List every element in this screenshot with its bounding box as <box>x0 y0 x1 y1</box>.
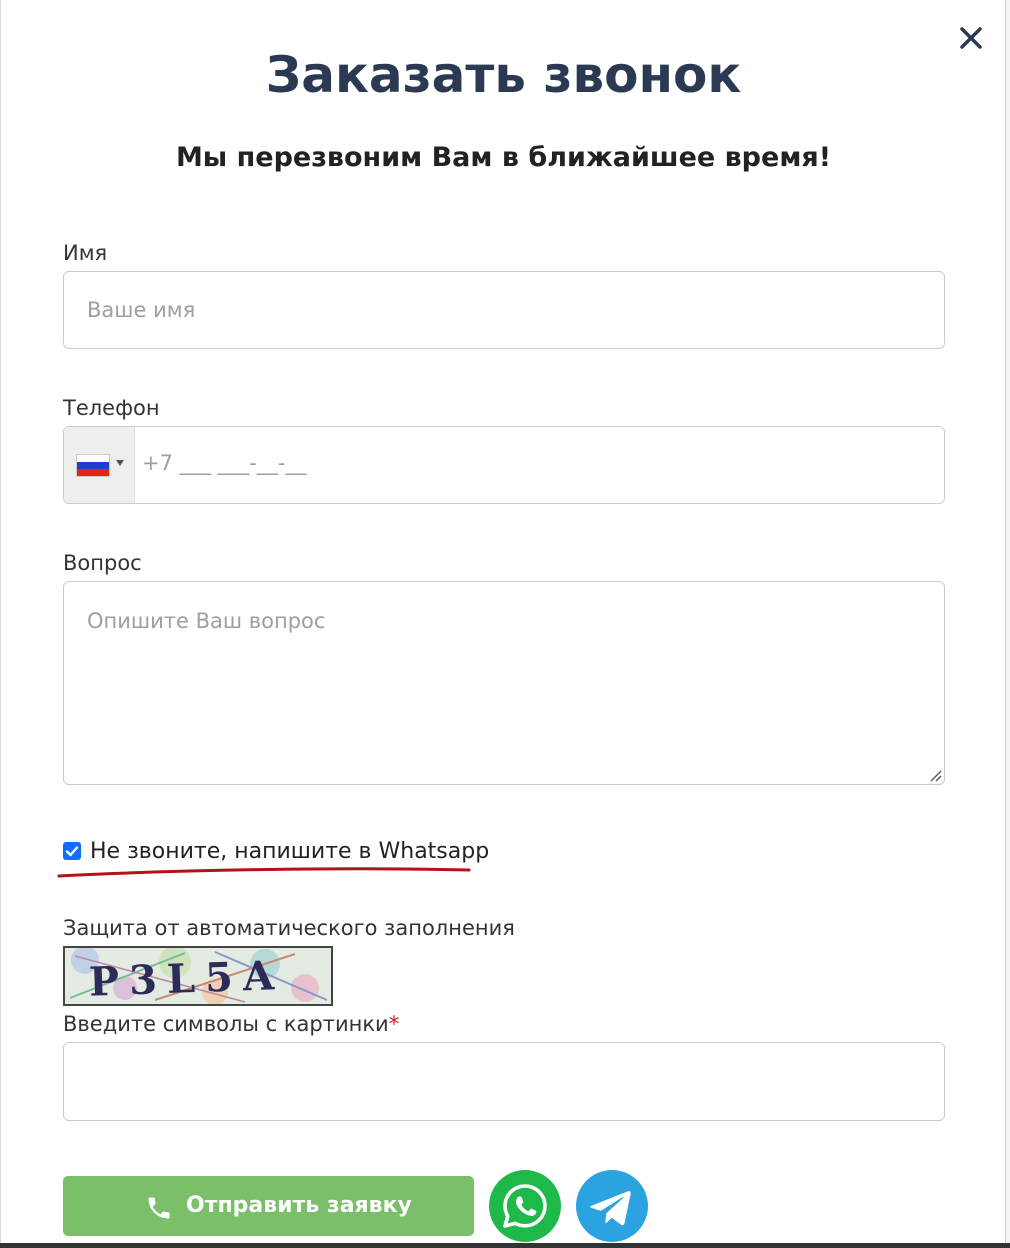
modal-subtitle: Мы перезвоним Вам в ближайшее время! <box>175 142 832 173</box>
captcha-text: P3L5A <box>88 952 284 1004</box>
background-page-bottom <box>0 1243 1010 1248</box>
captcha-image: P3L5A <box>63 946 333 1006</box>
modal-title: Заказать звонок <box>265 46 742 104</box>
whatsapp-checkbox[interactable] <box>63 842 81 860</box>
telegram-icon <box>590 1191 631 1226</box>
name-label: Имя <box>63 241 108 265</box>
name-placeholder: Ваше имя <box>87 298 196 322</box>
highlight-underline <box>57 867 471 878</box>
resize-grip-icon[interactable] <box>928 768 942 782</box>
submit-button[interactable]: Отправить заявку <box>63 1176 474 1236</box>
captcha-noise: P3L5A <box>65 948 331 1004</box>
submit-button-label: Отправить заявку <box>186 1193 412 1218</box>
question-placeholder: Опишите Ваш вопрос <box>87 609 326 633</box>
phone-label: Телефон <box>63 396 160 420</box>
question-textarea[interactable]: Опишите Ваш вопрос <box>63 581 945 785</box>
name-input[interactable]: Ваше имя <box>63 271 945 349</box>
captcha-input-label: Введите символы с картинки* <box>63 1012 399 1036</box>
whatsapp-checkbox-label[interactable]: Не звоните, напишите в Whatsapp <box>90 839 489 864</box>
required-mark: * <box>388 1012 400 1036</box>
phone-icon <box>148 1197 170 1219</box>
phone-input[interactable]: +7 ___ ___-__-__ <box>63 426 945 504</box>
caret-down-icon <box>116 460 124 466</box>
country-selector[interactable] <box>64 427 135 503</box>
whatsapp-icon <box>503 1184 547 1228</box>
captcha-label: Защита от автоматического заполнения <box>63 916 515 940</box>
checkmark-icon <box>65 846 79 857</box>
whatsapp-button[interactable] <box>489 1170 561 1242</box>
captcha-input-label-text: Введите символы с картинки <box>63 1012 389 1036</box>
russia-flag-icon <box>76 454 110 477</box>
callback-modal: Заказать звонок Мы перезвоним Вам в ближ… <box>0 0 1005 1243</box>
phone-mask: +7 ___ ___-__-__ <box>142 451 307 475</box>
question-label: Вопрос <box>63 551 142 575</box>
background-page-edge <box>1005 0 1010 1248</box>
telegram-button[interactable] <box>576 1170 648 1242</box>
captcha-input[interactable] <box>63 1042 945 1121</box>
